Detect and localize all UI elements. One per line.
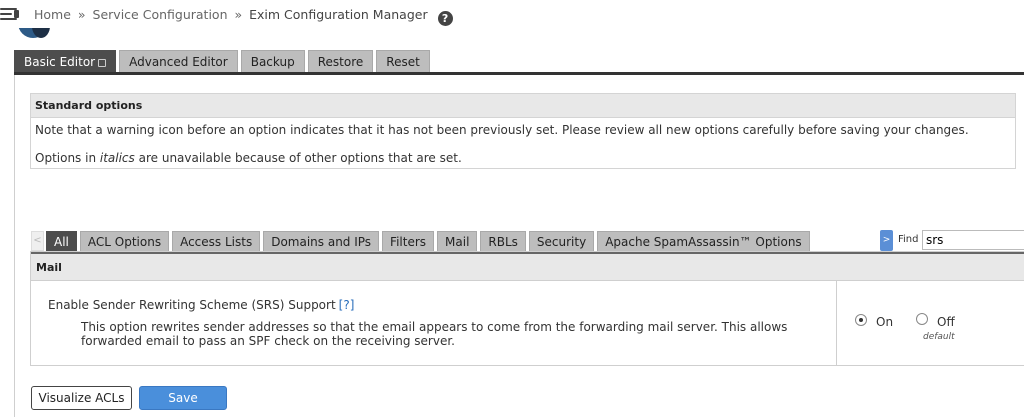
find-toggle-button[interactable]: >	[880, 230, 893, 251]
srs-option-row: Enable Sender Rewriting Scheme (SRS) Sup…	[31, 281, 1024, 365]
option-title: Enable Sender Rewriting Scheme (SRS) Sup…	[48, 298, 355, 312]
tab-apache-spamassassin-options[interactable]: Apache SpamAssassin™ Options	[597, 231, 810, 251]
radio-off-label[interactable]: Off	[937, 315, 955, 329]
visualize-acls-button[interactable]: Visualize ACLs	[31, 386, 132, 410]
save-button[interactable]: Save	[139, 386, 227, 410]
find-input[interactable]	[922, 230, 1024, 250]
tab-domains-and-ips[interactable]: Domains and IPs	[263, 231, 380, 251]
option-divider	[836, 281, 837, 365]
tab-underline	[14, 72, 1024, 75]
top-bar: Home » Service Configuration » Exim Conf…	[0, 0, 1024, 30]
tab-all[interactable]: All	[46, 231, 77, 251]
tab-filters[interactable]: Filters	[382, 231, 435, 251]
option-description: This option rewrites sender addresses so…	[81, 320, 788, 348]
find-label: Find	[898, 234, 919, 245]
radio-on[interactable]	[855, 314, 867, 326]
warning-note: Note that a warning icon before an optio…	[35, 123, 969, 137]
mail-section: Mail Enable Sender Rewriting Scheme (SRS…	[30, 251, 1024, 366]
content-border	[14, 75, 15, 417]
tab-acl-options[interactable]: ACL Options	[79, 231, 170, 251]
tab-reset[interactable]: Reset	[376, 50, 430, 72]
tab-restore[interactable]: Restore	[307, 50, 374, 72]
breadcrumb-current: Exim Configuration Manager	[249, 7, 428, 22]
breadcrumb-home[interactable]: Home	[34, 7, 71, 22]
tab-security[interactable]: Security	[528, 231, 595, 251]
app-logo-icon	[18, 28, 52, 40]
mail-section-title: Mail	[31, 252, 1024, 281]
tab-backup[interactable]: Backup	[240, 50, 305, 72]
tab-access-lists[interactable]: Access Lists	[172, 231, 261, 251]
tab-advanced-editor[interactable]: Advanced Editor	[119, 50, 238, 72]
main-tabs: Basic Editor Advanced Editor Backup Rest…	[14, 50, 433, 72]
category-tabs: < All ACL Options Access Lists Domains a…	[31, 231, 813, 251]
standard-options-title: Standard options	[31, 94, 1015, 118]
breadcrumb-separator: »	[77, 7, 86, 22]
tab-rbls[interactable]: RBLs	[480, 231, 526, 251]
menu-collapse-icon[interactable]	[0, 6, 20, 22]
breadcrumb-service-configuration[interactable]: Service Configuration	[93, 7, 228, 22]
help-icon[interactable]: ?	[437, 11, 453, 26]
radio-on-label[interactable]: On	[876, 315, 893, 329]
tab-basic-editor[interactable]: Basic Editor	[14, 50, 117, 72]
tab-label: Basic Editor	[24, 55, 96, 69]
italics-note: Options in italics are unavailable becau…	[35, 151, 462, 165]
scroll-left-button[interactable]: <	[31, 231, 44, 251]
standard-options-panel: Standard options Note that a warning ico…	[30, 93, 1016, 169]
default-note: default	[923, 332, 955, 342]
radio-off[interactable]	[916, 313, 928, 325]
option-help-link[interactable]: [?]	[339, 298, 355, 312]
breadcrumb: Home » Service Configuration » Exim Conf…	[34, 7, 453, 26]
edit-icon	[98, 59, 107, 67]
tab-mail[interactable]: Mail	[437, 231, 478, 251]
breadcrumb-separator: »	[234, 7, 243, 22]
